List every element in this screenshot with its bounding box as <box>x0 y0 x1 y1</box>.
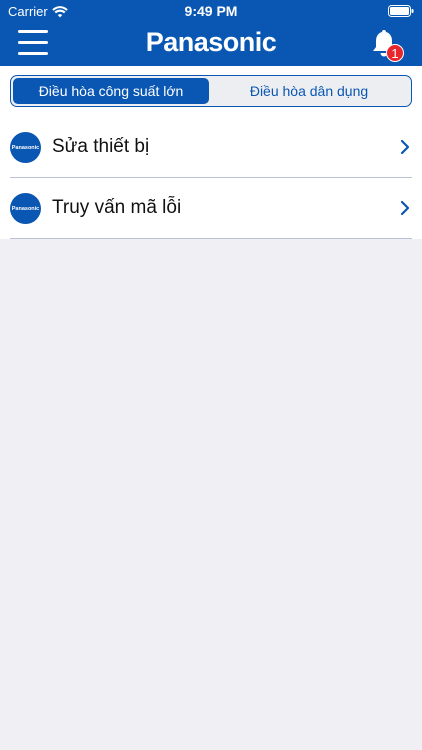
status-time: 9:49 PM <box>184 3 238 19</box>
top-bar: Carrier 9:49 PM Panasonic 1 <box>0 0 422 66</box>
list-item-label: Sửa thiết bị <box>52 136 150 157</box>
status-bar: Carrier 9:49 PM <box>0 0 422 22</box>
list-item-error-code-lookup[interactable]: Panasonic Truy vấn mã lỗi <box>0 178 422 239</box>
list-item-repair-device[interactable]: Panasonic Sửa thiết bị <box>0 117 422 178</box>
list-item-label: Truy vấn mã lỗi <box>52 197 182 218</box>
battery-icon <box>388 5 414 17</box>
tab-large-capacity-ac[interactable]: Điều hòa công suất lớn <box>13 78 209 104</box>
chevron-right-icon <box>400 139 410 155</box>
menu-list: Panasonic Sửa thiết bị Panasonic Truy vấ… <box>0 117 422 239</box>
notification-badge: 1 <box>386 44 404 62</box>
panasonic-logo-icon: Panasonic <box>10 132 41 163</box>
nav-bar: Panasonic 1 <box>0 22 422 66</box>
category-segmented-control: Điều hòa công suất lớn Điều hòa dân dụng <box>10 75 412 107</box>
panasonic-logo-icon: Panasonic <box>10 193 41 224</box>
tab-residential-ac[interactable]: Điều hòa dân dụng <box>209 78 409 104</box>
chevron-right-icon <box>400 200 410 216</box>
divider <box>10 238 412 239</box>
brand-logo: Panasonic <box>145 27 277 57</box>
segment-container: Điều hòa công suất lớn Điều hòa dân dụng <box>0 66 422 117</box>
